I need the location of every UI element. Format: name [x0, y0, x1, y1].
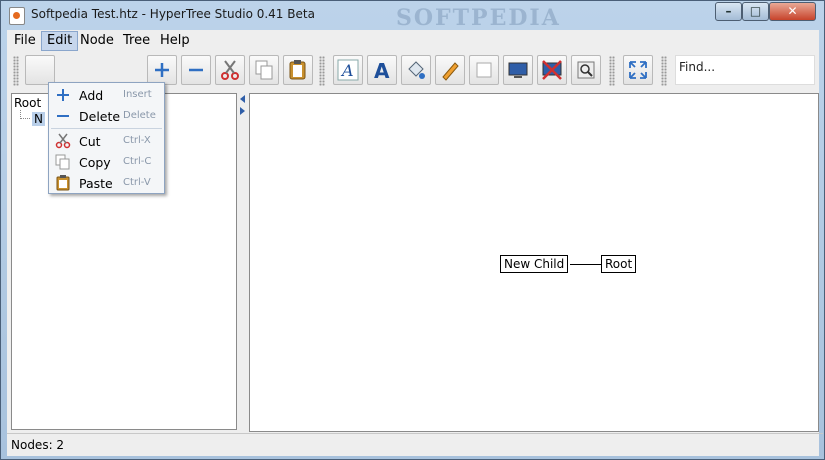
paste-button[interactable]: [283, 55, 313, 85]
magnify-icon: [577, 61, 595, 79]
tree-connector: [20, 110, 30, 119]
title-bar[interactable]: Softpedia Test.htz - HyperTree Studio 0.…: [1, 1, 824, 31]
window-title: Softpedia Test.htz - HyperTree Studio 0.…: [31, 7, 315, 21]
toolbar-grip[interactable]: [13, 56, 19, 86]
menu-file[interactable]: File: [9, 31, 41, 51]
edit-pencil-button[interactable]: [435, 55, 465, 85]
copy-icon: [255, 60, 273, 80]
menu-edit[interactable]: Edit: [41, 31, 79, 51]
border-button[interactable]: [469, 55, 499, 85]
canvas-node-root[interactable]: Root: [601, 255, 637, 273]
menu-item-shortcut: Delete: [123, 110, 156, 121]
minus-icon: [57, 115, 69, 117]
monitor-icon: [508, 62, 528, 78]
zoom-button[interactable]: [571, 55, 601, 85]
background-button[interactable]: [503, 55, 533, 85]
menu-help[interactable]: Help: [155, 31, 195, 51]
menu-item-delete[interactable]: Delete Delete: [49, 106, 164, 127]
menu-tree[interactable]: Tree: [118, 31, 155, 51]
toolbar-grip-2[interactable]: [319, 56, 325, 86]
watermark-text: SOFTPEDIA: [396, 5, 561, 31]
delete-node-button[interactable]: [181, 55, 211, 85]
text-color-icon: A: [374, 59, 390, 81]
monitor-remove-icon: [542, 60, 562, 80]
paste-icon: [289, 60, 306, 80]
minus-icon: [189, 68, 203, 72]
toolbar-grip-4[interactable]: [661, 56, 667, 86]
plus-icon: [155, 63, 169, 77]
font-italic-button[interactable]: A: [333, 55, 363, 85]
paint-bucket-icon: [408, 61, 425, 79]
paste-icon: [56, 175, 70, 191]
box-icon: [476, 62, 492, 78]
plus-icon: [57, 89, 69, 101]
menu-item-label: Copy: [79, 155, 111, 170]
app-window: Softpedia Test.htz - HyperTree Studio 0.…: [0, 0, 825, 460]
canvas-edge: [570, 264, 601, 265]
client-area: File Edit Node Tree Help A A Find... Roo…: [7, 30, 823, 456]
fit-to-screen-button[interactable]: [623, 55, 653, 85]
java-app-icon: [9, 7, 25, 25]
menu-node[interactable]: Node: [75, 31, 119, 51]
menu-item-copy[interactable]: Copy Ctrl-C: [49, 152, 164, 173]
svg-text:A: A: [340, 61, 354, 80]
fullscreen-icon: [629, 61, 647, 79]
menu-item-shortcut: Ctrl-V: [123, 177, 151, 188]
menu-separator: [51, 128, 162, 129]
edit-menu-dropdown: Add Insert Delete Delete Cut Ctrl-X Copy…: [48, 82, 165, 194]
font-color-button[interactable]: A: [367, 55, 397, 85]
menu-item-label: Cut: [79, 134, 101, 149]
scissors-icon: [55, 133, 71, 149]
status-bar: Nodes: 2: [7, 433, 823, 456]
cut-button[interactable]: [215, 55, 245, 85]
toolbar-grip-3[interactable]: [609, 56, 615, 86]
menu-item-shortcut: Ctrl-C: [123, 156, 152, 167]
tree-child-node[interactable]: N: [32, 112, 45, 126]
close-button[interactable]: ✕: [769, 2, 816, 21]
fill-color-button[interactable]: [401, 55, 431, 85]
tree-root-node[interactable]: Root: [14, 96, 41, 110]
collapse-left-icon[interactable]: [240, 95, 245, 103]
menu-item-paste[interactable]: Paste Ctrl-V: [49, 173, 164, 194]
menu-item-shortcut: Insert: [123, 89, 152, 100]
pane-splitter[interactable]: [238, 93, 248, 430]
add-node-button[interactable]: [147, 55, 177, 85]
find-input[interactable]: Find...: [675, 55, 815, 85]
menu-item-label: Paste: [79, 176, 113, 191]
hypertree-canvas[interactable]: New Child Root: [249, 93, 819, 432]
copy-icon: [55, 154, 70, 170]
canvas-node-new-child[interactable]: New Child: [500, 255, 569, 273]
pencil-icon: [442, 62, 459, 81]
minimize-button[interactable]: –: [715, 2, 742, 21]
maximize-button[interactable]: □: [742, 2, 769, 21]
copy-button[interactable]: [249, 55, 279, 85]
menu-bar: File Edit Node Tree Help: [7, 30, 819, 52]
menu-item-label: Delete: [79, 109, 121, 124]
collapse-right-icon[interactable]: [240, 107, 245, 115]
menu-item-label: Add: [79, 88, 104, 103]
font-icon: A: [337, 59, 359, 81]
scissors-icon: [221, 60, 239, 80]
svg-text:A: A: [374, 59, 390, 81]
menu-item-add[interactable]: Add Insert: [49, 85, 164, 106]
new-button[interactable]: [25, 55, 55, 85]
remove-background-button[interactable]: [537, 55, 567, 85]
menu-item-shortcut: Ctrl-X: [123, 135, 151, 146]
menu-item-cut[interactable]: Cut Ctrl-X: [49, 131, 164, 152]
